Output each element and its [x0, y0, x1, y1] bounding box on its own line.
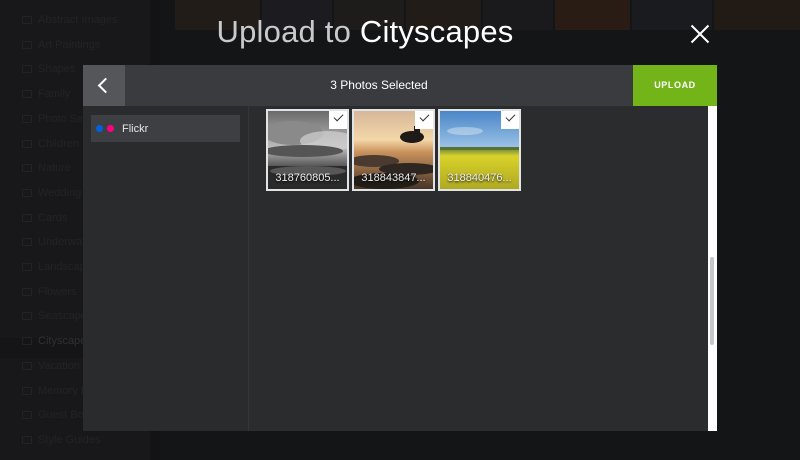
close-icon[interactable] [684, 18, 716, 50]
panel-topbar: 3 Photos Selected UPLOAD [83, 65, 717, 106]
scrollbar-thumb[interactable] [710, 257, 714, 345]
modal-title-prefix: Upload to [216, 14, 352, 49]
modal-title-album: Cityscapes [359, 14, 514, 49]
selected-count: 3 Photos Selected [330, 78, 428, 92]
upload-button[interactable]: UPLOAD [633, 65, 717, 106]
source-label: Flickr [122, 122, 149, 135]
photo-filename: 318840476... [447, 172, 512, 184]
photo-filename: 318760805... [275, 172, 340, 184]
photo-thumbnail[interactable]: 318840476... [438, 109, 521, 191]
flickr-blue-dot-icon [96, 125, 103, 132]
modal-title: Upload to Cityscapes [0, 14, 730, 50]
scrollbar[interactable] [708, 106, 717, 431]
upload-panel: 3 Photos Selected UPLOAD Flickr 31876080… [83, 65, 717, 431]
app-root: Abstract ImagesArt PaintingsShapesFamily… [0, 0, 800, 460]
photo-thumbnail[interactable]: 318760805... [266, 109, 349, 191]
source-list: Flickr [83, 106, 249, 431]
checkmark-icon[interactable] [329, 111, 347, 129]
photo-thumbnail[interactable]: 318843847... [352, 109, 435, 191]
flickr-pink-dot-icon [107, 125, 114, 132]
checkmark-icon[interactable] [501, 111, 519, 129]
photo-filename: 318843847... [361, 172, 426, 184]
checkmark-icon[interactable] [415, 111, 433, 129]
back-button[interactable] [83, 65, 125, 106]
source-item-flickr[interactable]: Flickr [91, 115, 240, 142]
